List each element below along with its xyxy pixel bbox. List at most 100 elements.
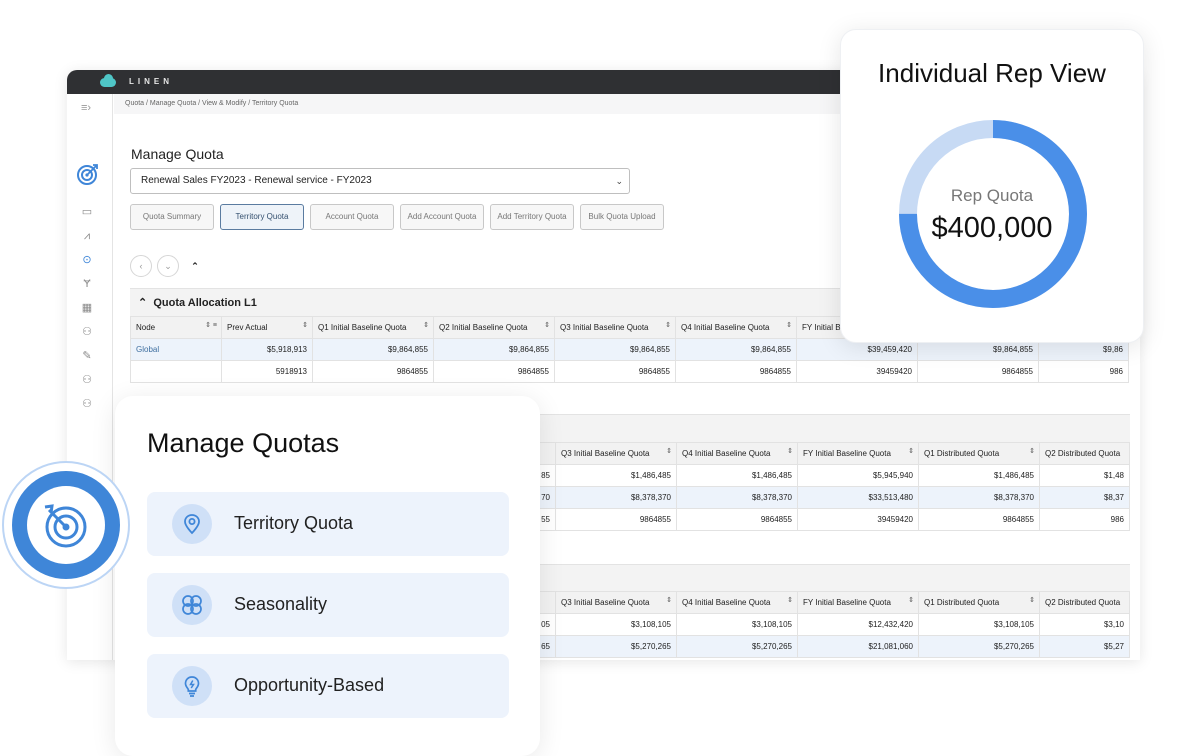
- menu-toggle-icon[interactable]: ≡›: [81, 102, 91, 114]
- table-cell: [130, 360, 222, 383]
- logo-text: LINEN: [129, 76, 173, 86]
- sort-icon[interactable]: ⇕: [787, 447, 793, 455]
- group-icon[interactable]: ⚇: [80, 398, 94, 410]
- table-cell: $1,48: [1039, 464, 1130, 487]
- table-row[interactable]: 65 $5,270,265 $5,270,265 $21,081,060 $5,…: [535, 635, 1130, 658]
- col-label: Node: [136, 323, 156, 332]
- col-fy[interactable]: FY Initial Baseline Quota ⇕: [797, 442, 919, 465]
- manage-quotas-card: Manage Quotas Territory Quota Seasonalit…: [115, 396, 540, 756]
- col-q4[interactable]: Q4 Initial Baseline Quota ⇕: [676, 442, 798, 465]
- cloud-logo-icon: [97, 74, 117, 88]
- table-cell: $5,27: [1039, 635, 1130, 658]
- territory-quota-button[interactable]: Territory Quota: [220, 204, 304, 230]
- col-q4[interactable]: Q4 Initial Baseline Quota ⇕: [675, 316, 797, 339]
- sort-icon[interactable]: ⇕: [666, 447, 672, 455]
- sort-filter-icon[interactable]: ⇕ ≡: [205, 321, 217, 329]
- table-row[interactable]: 85 $1,486,485 $1,486,485 $5,945,940 $1,4…: [535, 464, 1130, 487]
- col-prev-actual[interactable]: Prev Actual ⇕: [221, 316, 313, 339]
- col-q1-dist[interactable]: Q1 Distributed Quota ⇕: [918, 442, 1040, 465]
- sort-icon[interactable]: ⇕: [302, 321, 308, 329]
- sort-icon[interactable]: ⇕: [666, 596, 672, 604]
- report-icon[interactable]: ▦: [80, 302, 94, 314]
- chart-icon[interactable]: ⩘: [80, 230, 94, 242]
- rep-view-title: Individual Rep View: [878, 58, 1106, 88]
- col-q1-dist[interactable]: Q1 Distributed Quota ⇕: [918, 591, 1040, 614]
- table-cell: $21,081,060: [797, 635, 919, 658]
- sort-icon[interactable]: ⇕: [665, 321, 671, 329]
- node-cell-global[interactable]: Global: [130, 338, 222, 361]
- target-badge-ring: [12, 471, 120, 579]
- feature-seasonality[interactable]: Seasonality: [147, 573, 509, 637]
- add-account-quota-button[interactable]: Add Account Quota: [400, 204, 484, 230]
- col-q2[interactable]: Q2 Initial Baseline Quota ⇕: [433, 316, 555, 339]
- linen-logo[interactable]: LINEN: [97, 74, 173, 88]
- sort-icon[interactable]: ⇕: [544, 321, 550, 329]
- sort-icon[interactable]: ⇕: [1029, 447, 1035, 455]
- collapse-button[interactable]: ⌃: [184, 255, 206, 277]
- sort-icon[interactable]: ⇕: [423, 321, 429, 329]
- account-quota-button[interactable]: Account Quota: [310, 204, 394, 230]
- table-cell: $12,432,420: [797, 613, 919, 636]
- quota-target-icon[interactable]: [76, 162, 100, 186]
- col-label: Prev Actual: [227, 323, 268, 332]
- location-pin-icon: [172, 504, 212, 544]
- bulk-quota-upload-button[interactable]: Bulk Quota Upload: [580, 204, 664, 230]
- table-cell: 9864855: [433, 360, 555, 383]
- table-row[interactable]: 5918913 9864855 9864855 9864855 9864855 …: [130, 360, 1129, 383]
- table-cell: 9864855: [676, 508, 798, 531]
- section-3-table: Q3 Initial Baseline Quota ⇕ Q4 Initial Ba…: [535, 591, 1130, 658]
- col-q3[interactable]: Q3 Initial Baseline Quota ⇕: [555, 442, 677, 465]
- table-row[interactable]: 55 9864855 9864855 39459420 9864855 986: [535, 508, 1130, 531]
- rep-quota-value: $400,000: [931, 212, 1053, 244]
- col-label: FY Initial Baseline Quota: [803, 598, 891, 607]
- add-territory-quota-button[interactable]: Add Territory Quota: [490, 204, 574, 230]
- col-label: Q3 Initial Baseline Quota: [561, 449, 650, 458]
- col-label: Q1 Initial Baseline Quota: [318, 323, 407, 332]
- target-badge: [2, 461, 130, 589]
- sort-icon[interactable]: ⇕: [787, 596, 793, 604]
- edit-icon[interactable]: ✎: [80, 350, 94, 362]
- sort-icon[interactable]: ⇕: [786, 321, 792, 329]
- breadcrumb[interactable]: Quota / Manage Quota / View & Modify / T…: [125, 100, 298, 107]
- col-q1[interactable]: Q1 Initial Baseline Quota ⇕: [312, 316, 434, 339]
- table-cell: $1,486,485: [918, 464, 1040, 487]
- section-title-text: Quota Allocation L1: [153, 297, 257, 309]
- col-label: Q2 Distributed Quota: [1045, 449, 1121, 458]
- table-row[interactable]: 05 $3,108,105 $3,108,105 $12,432,420 $3,…: [535, 613, 1130, 636]
- table-cell: $1,486,485: [555, 464, 677, 487]
- feature-territory-quota[interactable]: Territory Quota: [147, 492, 509, 556]
- table-cell: $5,270,265: [918, 635, 1040, 658]
- sort-icon[interactable]: ⇕: [908, 447, 914, 455]
- hierarchy-icon[interactable]: Ɏ: [80, 278, 94, 290]
- table-cell: 5918913: [221, 360, 313, 383]
- col-node[interactable]: Node ⇕ ≡: [130, 316, 222, 339]
- col-fy[interactable]: FY Initial Baseline Quota ⇕: [797, 591, 919, 614]
- table-cell: $8,378,370: [676, 486, 798, 509]
- previous-level-button[interactable]: ‹: [130, 255, 152, 277]
- col-label: FY Initial Baseline Quota: [803, 449, 891, 458]
- table-cell: 986: [1038, 360, 1129, 383]
- col-label: Q4 Initial Baseline Quota: [681, 323, 770, 332]
- col-q2-dist[interactable]: Q2 Distributed Quota: [1039, 442, 1130, 465]
- expand-button[interactable]: ⌄: [157, 255, 179, 277]
- col-q3[interactable]: Q3 Initial Baseline Quota ⇕: [554, 316, 676, 339]
- team-icon[interactable]: ⚇: [80, 374, 94, 386]
- col-label: Q4 Initial Baseline Quota: [682, 449, 771, 458]
- chevron-down-icon: ⌄: [615, 176, 623, 186]
- table-row[interactable]: 70 $8,378,370 $8,378,370 $33,513,480 $8,…: [535, 486, 1130, 509]
- dollar-icon[interactable]: ⊙: [80, 254, 94, 266]
- users-icon[interactable]: ⚇: [80, 326, 94, 338]
- col-q4[interactable]: Q4 Initial Baseline Quota ⇕: [676, 591, 798, 614]
- quota-summary-button[interactable]: Quota Summary: [130, 204, 214, 230]
- sort-icon[interactable]: ⇕: [908, 596, 914, 604]
- col-q2-dist[interactable]: Q2 Distributed Quota: [1039, 591, 1130, 614]
- table-cell: $3,10: [1039, 613, 1130, 636]
- col-q3[interactable]: Q3 Initial Baseline Quota ⇕: [555, 591, 677, 614]
- sort-icon[interactable]: ⇕: [1029, 596, 1035, 604]
- feature-opportunity-based[interactable]: Opportunity-Based: [147, 654, 509, 718]
- table-header-row: Q3 Initial Baseline Quota ⇕ Q4 Initial Ba…: [535, 591, 1130, 614]
- seasonality-icon: [172, 585, 212, 625]
- plan-select[interactable]: Renewal Sales FY2023 - Renewal service -…: [130, 168, 630, 194]
- archive-icon[interactable]: ▭: [80, 206, 94, 218]
- plan-select-value: Renewal Sales FY2023 - Renewal service -…: [141, 175, 372, 186]
